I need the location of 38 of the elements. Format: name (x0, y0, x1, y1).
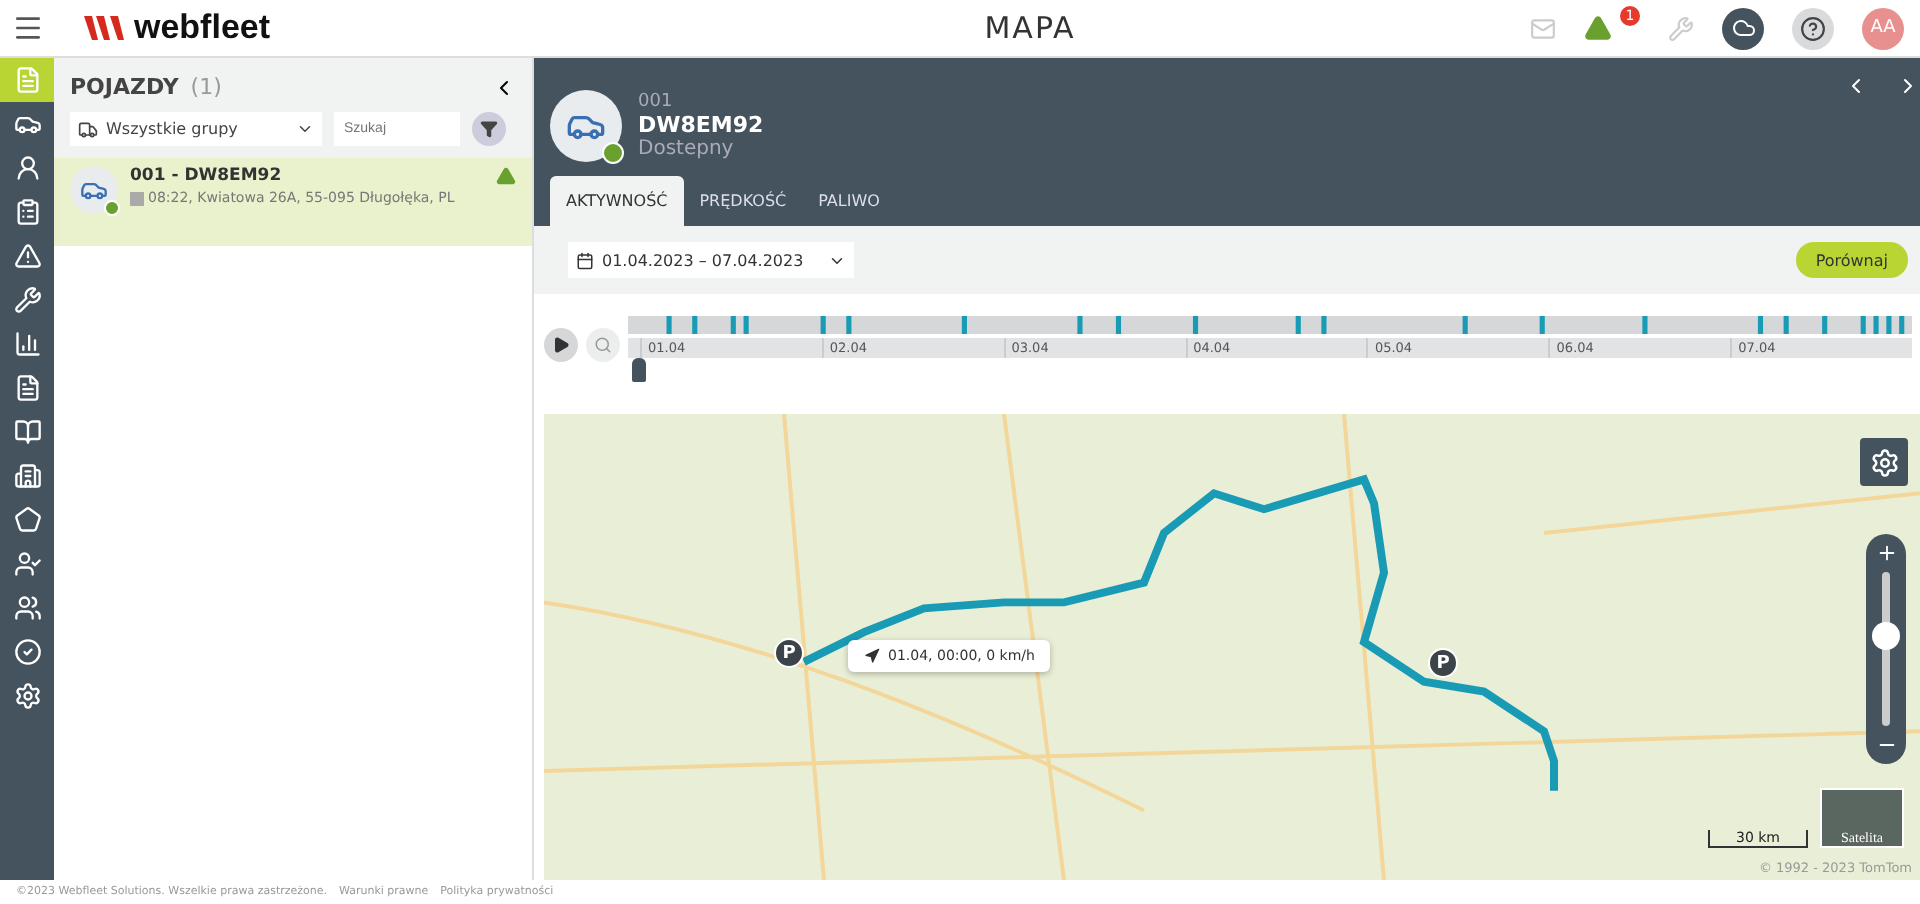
settings-button[interactable] (1860, 438, 1908, 486)
tab[interactable]: PALIWO (802, 176, 896, 226)
logo-mark-icon (84, 14, 128, 42)
menu-icon[interactable] (12, 12, 44, 44)
page-title: MAPA (982, 10, 1078, 46)
cloud-icon (1731, 16, 1755, 40)
navigation-arrow-icon (864, 648, 880, 664)
truck-icon (78, 119, 98, 139)
parking-marker[interactable]: P (1428, 648, 1458, 678)
timeline-handle[interactable] (632, 358, 646, 382)
alert-icon[interactable] (1584, 14, 1612, 42)
zoom-handle[interactable] (1872, 622, 1900, 651)
vehicle-status: Dostepny (638, 138, 736, 160)
settings-icon (1869, 447, 1899, 477)
search-icon (594, 336, 612, 354)
help-icon (1800, 15, 1826, 41)
play-button[interactable] (544, 328, 578, 362)
tab[interactable]: AKTYWNOŚĆ (550, 176, 684, 226)
vehicle-number: 001 (638, 92, 675, 112)
help-button[interactable] (1792, 7, 1834, 49)
zoom-in-icon[interactable] (1875, 542, 1897, 564)
calendar-icon (576, 251, 594, 269)
group-select[interactable]: Wszystkie grupy (70, 112, 322, 146)
vehicle-name: 001 - DW8EM92 (130, 166, 284, 186)
panel-title: POJAZDY (70, 74, 179, 100)
zoom-control[interactable] (1866, 534, 1906, 764)
play-icon (552, 336, 570, 354)
filter-icon (480, 120, 498, 138)
filter-button[interactable] (472, 112, 506, 146)
tab[interactable]: PRĘDKOŚĆ (683, 176, 803, 226)
cloud-button[interactable] (1722, 7, 1764, 49)
compare-button[interactable]: Porównaj (1795, 242, 1908, 278)
date-range-select[interactable]: 01.04.2023 – 07.04.2023 (568, 242, 854, 278)
chevron-down-icon (296, 120, 314, 138)
vehicle-plate: DW8EM92 (638, 112, 764, 138)
vehicle-count: (1) (190, 74, 224, 100)
parking-marker[interactable]: P (774, 638, 804, 668)
logo-text: webfleet (134, 8, 271, 48)
